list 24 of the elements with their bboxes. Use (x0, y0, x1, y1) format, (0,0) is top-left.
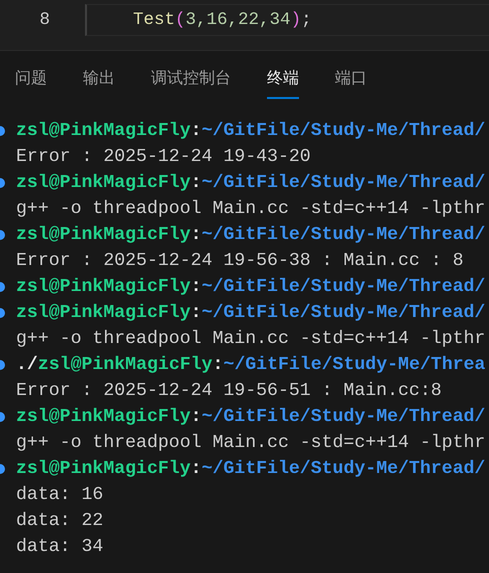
terminal-output: Error : 2025-12-24 19-56-51 : Main.cc:8 (16, 381, 442, 401)
panel-tab[interactable]: 调试控制台 (151, 61, 231, 99)
terminal-output: g++ -o threadpool Main.cc -std=c++14 -lpthr (16, 329, 486, 349)
line-number: 8 (38, 10, 50, 30)
shell-prompt: zsl@PinkMagicFly:~/GitFile/Study-Me/Thread/ (16, 225, 486, 245)
shell-prompt: zsl@PinkMagicFly:~/GitFile/Study-Me/Thread/ (16, 303, 486, 323)
terminal-output: data: 16 (16, 485, 104, 505)
terminal-output: data: 22 (16, 511, 104, 531)
terminal-output: Error : 2025-12-24 19-43-20 (16, 147, 311, 167)
panel-tab[interactable]: 问题 (15, 61, 47, 99)
terminal-output: data: 34 (16, 537, 104, 557)
panel-tab[interactable]: 端口 (335, 61, 367, 99)
panel-tab[interactable]: 输出 (83, 61, 115, 99)
code-line: Test(3,16,22,34); (85, 4, 489, 36)
terminal-output: g++ -o threadpool Main.cc -std=c++14 -lpthr (16, 199, 486, 219)
shell-prompt: ./zsl@PinkMagicFly:~/GitFile/Study-Me/Threa (16, 355, 486, 375)
shell-prompt: zsl@PinkMagicFly:~/GitFile/Study-Me/Thread/ (16, 459, 486, 479)
terminal-output: g++ -o threadpool Main.cc -std=c++14 -lpthr (16, 433, 486, 453)
panel-tab[interactable]: 终端 (267, 61, 299, 99)
shell-prompt: zsl@PinkMagicFly:~/GitFile/Study-Me/Thread/ (16, 173, 486, 193)
terminal-output: Error : 2025-12-24 19-56-38 : Main.cc : 8 (16, 251, 464, 271)
shell-prompt: zsl@PinkMagicFly:~/GitFile/Study-Me/Thread/ (16, 277, 486, 297)
shell-prompt: zsl@PinkMagicFly:~/GitFile/Study-Me/Thread/ (16, 121, 486, 141)
shell-prompt: zsl@PinkMagicFly:~/GitFile/Study-Me/Thread/ (16, 407, 486, 427)
